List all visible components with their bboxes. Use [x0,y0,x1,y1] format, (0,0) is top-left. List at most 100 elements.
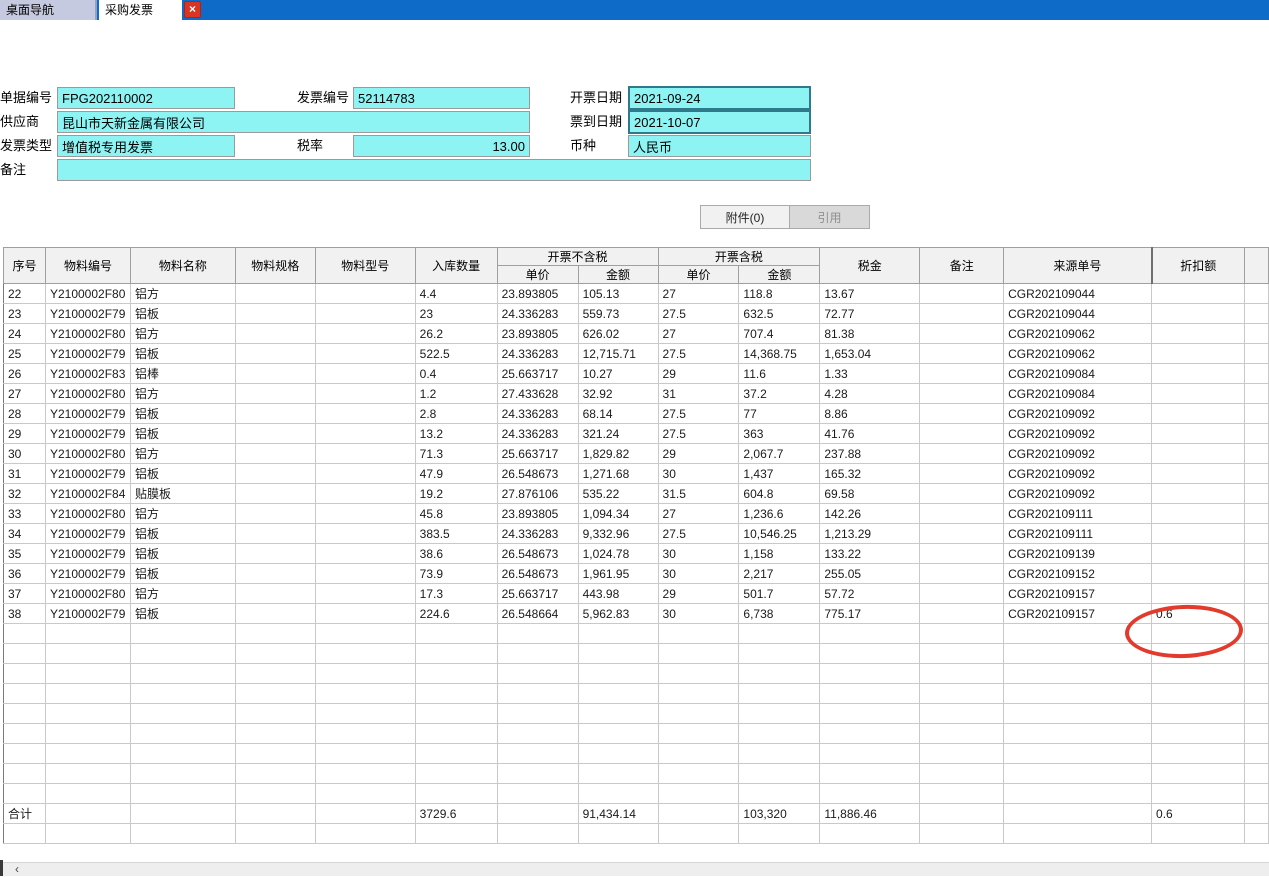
table-cell[interactable]: 23 [4,304,46,324]
table-cell[interactable] [130,784,235,804]
table-cell[interactable]: 8.86 [820,404,920,424]
table-cell[interactable] [578,624,658,644]
table-cell[interactable] [235,824,315,844]
table-cell[interactable] [235,324,315,344]
table-cell[interactable]: 铝板 [130,304,235,324]
col-header-material-name[interactable]: 物料名称 [130,248,235,284]
table-cell[interactable]: CGR202109092 [1004,404,1152,424]
table-cell[interactable]: 23.893805 [497,324,578,344]
table-cell[interactable] [315,284,415,304]
table-cell[interactable]: 37 [4,584,46,604]
table-cell[interactable]: CGR202109044 [1004,304,1152,324]
table-cell[interactable]: 165.32 [820,464,920,484]
table-cell[interactable]: 26.548673 [497,464,578,484]
table-cell[interactable]: 25.663717 [497,444,578,464]
table-cell[interactable]: CGR202109092 [1004,484,1152,504]
table-cell[interactable] [235,284,315,304]
table-cell[interactable] [739,744,820,764]
table-cell[interactable]: Y2100002F80 [45,444,130,464]
col-header-excl-amount[interactable]: 金额 [578,266,658,284]
table-cell[interactable] [235,404,315,424]
table-cell[interactable] [1152,824,1245,844]
table-cell[interactable] [4,704,46,724]
table-cell[interactable] [920,484,1004,504]
table-cell[interactable] [315,744,415,764]
table-cell[interactable] [920,444,1004,464]
table-cell[interactable]: 4.28 [820,384,920,404]
table-cell[interactable]: CGR202109044 [1004,284,1152,304]
table-cell[interactable] [315,704,415,724]
col-header-excl-tax-group[interactable]: 开票不含税 [497,248,658,266]
table-cell[interactable] [497,724,578,744]
table-cell[interactable] [235,784,315,804]
col-header-discount[interactable]: 折扣额 [1152,248,1245,284]
table-cell[interactable] [235,504,315,524]
table-cell[interactable] [235,704,315,724]
table-cell[interactable]: 118.8 [739,284,820,304]
table-cell[interactable] [315,724,415,744]
table-cell[interactable] [820,724,920,744]
table-cell[interactable]: 铝方 [130,504,235,524]
table-cell[interactable] [315,384,415,404]
table-cell[interactable] [235,304,315,324]
table-cell[interactable] [315,684,415,704]
table-cell[interactable] [45,764,130,784]
table-cell[interactable]: 1,961.95 [578,564,658,584]
table-cell[interactable]: CGR202109111 [1004,524,1152,544]
table-cell[interactable] [1244,424,1268,444]
table-cell[interactable]: 2.8 [415,404,497,424]
table-cell[interactable]: 27 [658,324,739,344]
table-cell[interactable] [578,824,658,844]
table-cell[interactable]: 501.7 [739,584,820,604]
table-cell[interactable] [1152,764,1245,784]
table-cell[interactable] [739,764,820,784]
invoice-date-field[interactable] [628,86,811,110]
table-cell[interactable]: 23 [415,304,497,324]
table-cell[interactable]: CGR202109157 [1004,604,1152,624]
table-cell[interactable]: 1,437 [739,464,820,484]
table-cell[interactable]: 26.548673 [497,564,578,584]
table-cell[interactable] [658,624,739,644]
table-cell[interactable]: 24.336283 [497,524,578,544]
table-cell[interactable] [658,724,739,744]
close-icon[interactable]: × [184,1,201,18]
table-cell[interactable]: 522.5 [415,344,497,364]
table-cell[interactable] [920,564,1004,584]
table-cell[interactable]: 2,067.7 [739,444,820,464]
table-cell[interactable] [1152,624,1245,644]
doc-no-field[interactable] [57,87,235,109]
table-cell[interactable]: Y2100002F79 [45,544,130,564]
table-cell[interactable] [820,764,920,784]
table-cell[interactable]: 73.9 [415,564,497,584]
table-cell[interactable] [130,664,235,684]
table-cell[interactable] [45,624,130,644]
table-cell[interactable]: 10.27 [578,364,658,384]
table-cell[interactable] [45,744,130,764]
table-cell[interactable]: Y2100002F79 [45,424,130,444]
table-cell[interactable]: 38 [4,604,46,624]
table-cell[interactable] [1152,404,1245,424]
table-cell[interactable] [739,684,820,704]
table-cell[interactable]: 28 [4,404,46,424]
table-cell[interactable] [497,644,578,664]
table-cell[interactable] [920,304,1004,324]
table-cell[interactable] [658,644,739,664]
table-cell[interactable] [920,664,1004,684]
table-cell[interactable] [315,664,415,684]
table-cell[interactable] [497,624,578,644]
table-cell[interactable] [235,364,315,384]
table-cell[interactable]: CGR202109084 [1004,384,1152,404]
table-cell[interactable] [1244,384,1268,404]
table-cell[interactable] [45,784,130,804]
table-cell[interactable] [1004,684,1152,704]
table-cell[interactable] [315,644,415,664]
table-cell[interactable] [920,584,1004,604]
table-cell[interactable]: 57.72 [820,584,920,604]
table-cell[interactable]: 24.336283 [497,404,578,424]
table-cell[interactable]: 铝方 [130,444,235,464]
table-cell[interactable]: 13.67 [820,284,920,304]
table-cell[interactable]: 铝板 [130,604,235,624]
table-cell[interactable]: 26.548673 [497,544,578,564]
table-cell[interactable]: 6,738 [739,604,820,624]
table-cell[interactable]: 铝板 [130,424,235,444]
